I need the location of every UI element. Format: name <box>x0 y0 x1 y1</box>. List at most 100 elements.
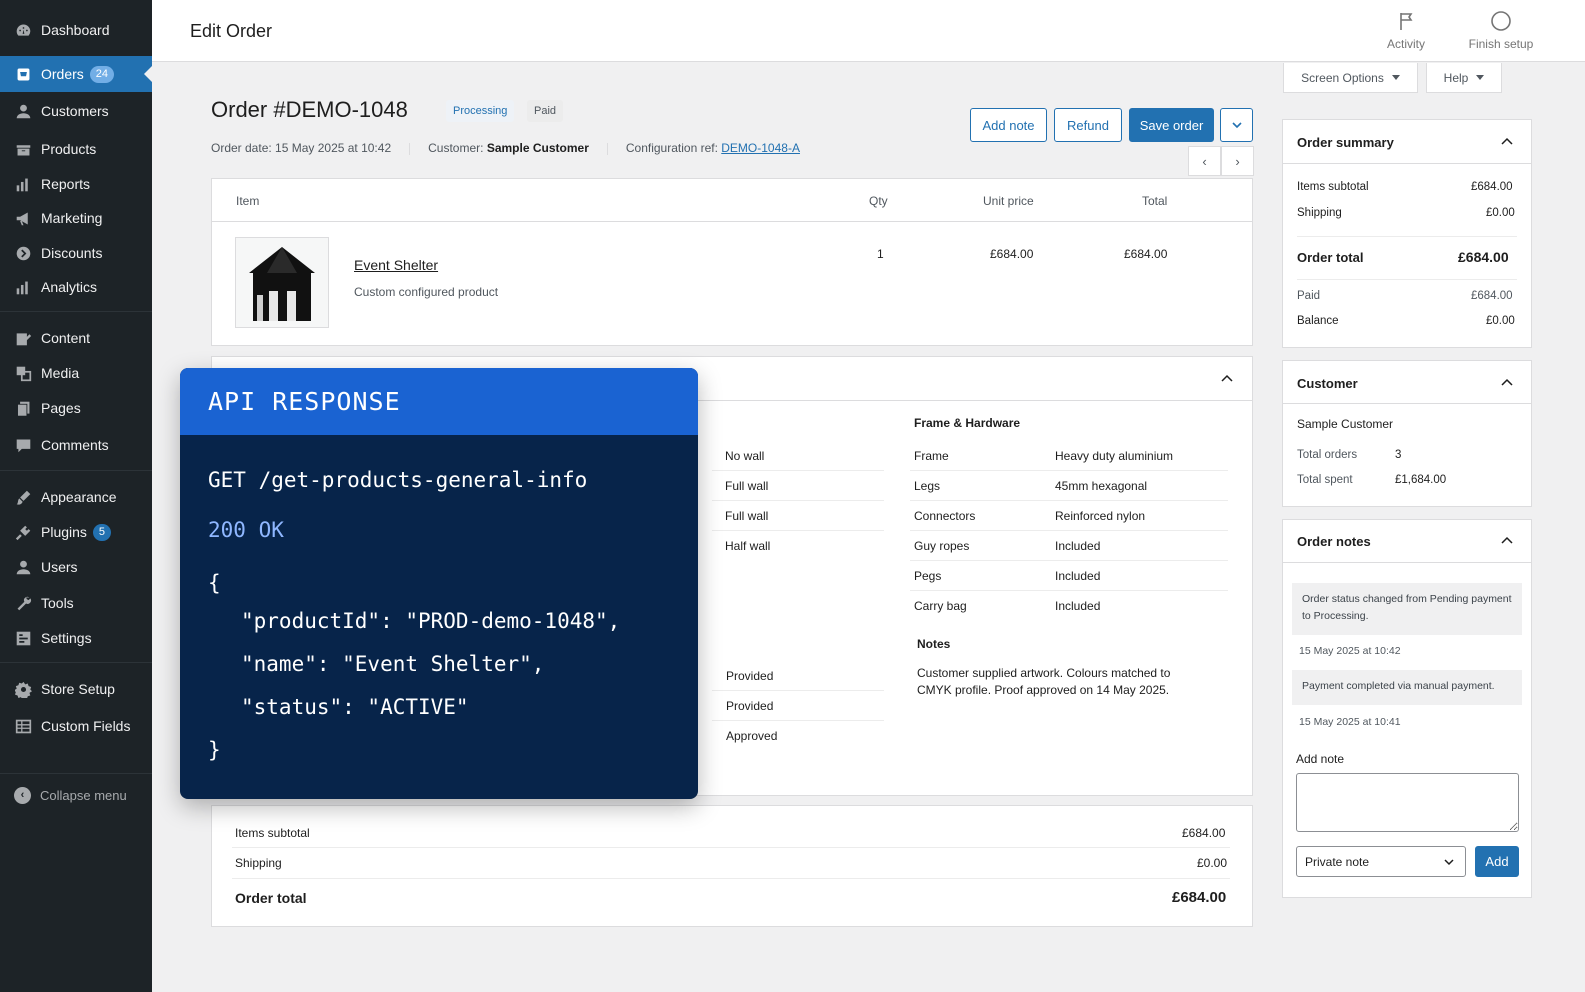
items-subtotal-label: Items subtotal <box>235 826 310 840</box>
sidebar-item-comments[interactable]: Comments <box>0 427 152 463</box>
artwork-value: Provided <box>726 669 774 683</box>
analytics-icon <box>14 278 32 296</box>
guy-ropes-value: Included <box>1055 539 1101 553</box>
settings-icon <box>14 629 32 647</box>
sidebar-item-label: Customers <box>41 103 109 119</box>
status-badge-paid: Paid <box>527 100 564 122</box>
collapse-summary-button[interactable] <box>1499 134 1515 150</box>
menu-separator <box>0 311 152 312</box>
add-note-button[interactable]: Add note <box>970 108 1047 142</box>
sidebar-item-label: Plugins <box>41 524 87 540</box>
orders-count-badge: 24 <box>89 65 115 83</box>
collapse-configuration-button[interactable] <box>1219 371 1235 387</box>
product-name-link[interactable]: Event Shelter <box>354 257 438 273</box>
customer-panel-title: Customer <box>1297 376 1358 391</box>
sidebar-item-products[interactable]: Products <box>0 131 152 167</box>
panel-divider <box>1283 562 1531 563</box>
box-icon <box>14 140 32 158</box>
activity-button[interactable]: Activity <box>1366 10 1446 51</box>
help-button[interactable]: Help <box>1426 63 1502 93</box>
sidebar-item-users[interactable]: Users <box>0 549 152 585</box>
refund-button[interactable]: Refund <box>1054 108 1122 142</box>
note-timestamp: 15 May 2025 at 10:41 <box>1299 716 1401 728</box>
person-icon <box>14 102 32 120</box>
collapse-customer-button[interactable] <box>1499 375 1515 391</box>
row-divider <box>712 500 884 501</box>
items-subtotal-value: £684.00 <box>1182 826 1226 840</box>
column-header-item: Item <box>236 194 260 208</box>
sidebar-item-dashboard[interactable]: Dashboard <box>0 12 152 48</box>
save-order-button[interactable]: Save order <box>1129 108 1214 142</box>
sidebar-item-orders[interactable]: Orders 24 <box>0 56 152 92</box>
screen-options-button[interactable]: Screen Options <box>1283 63 1418 93</box>
cart-icon <box>14 65 32 83</box>
sidebar-item-label: Analytics <box>41 279 98 295</box>
active-indicator <box>144 66 152 82</box>
summary-balance-label: Balance <box>1297 315 1339 327</box>
menu-separator <box>0 470 152 471</box>
sidebar-item-marketing[interactable]: Marketing <box>0 200 152 236</box>
sidebar-item-custom-fields[interactable]: Custom Fields <box>0 708 152 744</box>
sidebar-item-label: Discounts <box>41 245 103 261</box>
admin-sidebar: Dashboard Orders 24 Customers Products R… <box>0 0 152 992</box>
sidebar-item-content[interactable]: Content <box>0 320 152 356</box>
bar-chart-icon <box>14 175 32 193</box>
tag-icon <box>14 244 32 262</box>
customer-label: Customer: <box>428 141 484 155</box>
sidebar-item-media[interactable]: Media <box>0 355 152 391</box>
add-note-textarea[interactable] <box>1296 773 1519 832</box>
sidebar-item-settings[interactable]: Settings <box>0 620 152 656</box>
tent-image <box>249 246 315 321</box>
order-totals-panel <box>211 805 1253 927</box>
chevron-down-icon <box>1444 859 1454 866</box>
order-note: Order status changed from Pending paymen… <box>1292 583 1522 635</box>
config-ref-link[interactable]: DEMO-1048-A <box>721 141 800 155</box>
sidebar-item-discounts[interactable]: Discounts <box>0 235 152 271</box>
api-status-line: 200 OK <box>208 518 284 542</box>
sidebar-item-label: Reports <box>41 176 91 192</box>
sidebar-item-analytics[interactable]: Analytics <box>0 269 152 305</box>
save-options-dropdown[interactable] <box>1220 108 1253 142</box>
add-note-submit-button[interactable]: Add <box>1475 846 1519 877</box>
caret-down-icon <box>1391 75 1400 80</box>
summary-shipping-value: £0.00 <box>1486 207 1515 219</box>
previous-order-button[interactable]: ‹ <box>1188 146 1221 176</box>
chevron-up-icon <box>1501 378 1513 386</box>
finish-setup-button[interactable]: Finish setup <box>1461 10 1541 51</box>
shipping-label: Shipping <box>235 856 282 870</box>
summary-order-total-label: Order total <box>1297 250 1364 265</box>
plugins-count-badge: 5 <box>92 523 112 541</box>
summary-paid-label: Paid <box>1297 290 1321 302</box>
sidebar-item-reports[interactable]: Reports <box>0 166 152 202</box>
sidebar-item-pages[interactable]: Pages <box>0 390 152 426</box>
pegs-label: Pegs <box>914 569 942 583</box>
collapse-notes-button[interactable] <box>1499 533 1515 549</box>
artwork-value: Approved <box>726 729 778 743</box>
sidebar-item-appearance[interactable]: Appearance <box>0 479 152 515</box>
sidebar-item-label: Media <box>41 365 80 381</box>
row-divider <box>712 690 884 691</box>
total-orders-label: Total orders <box>1297 449 1358 461</box>
activity-label: Activity <box>1386 37 1425 51</box>
add-note-label: Add note <box>1296 752 1345 766</box>
sidebar-item-tools[interactable]: Tools <box>0 585 152 621</box>
row-divider <box>910 590 1228 591</box>
api-request-line: GET /get-products-general-info <box>208 468 588 492</box>
collapse-menu-button[interactable]: ‹ Collapse menu <box>0 782 152 808</box>
user-icon <box>14 558 32 576</box>
product-thumbnail[interactable] <box>235 237 329 328</box>
total-spent-label: Total spent <box>1297 474 1353 486</box>
next-order-button[interactable]: › <box>1221 146 1254 176</box>
customer-name-link[interactable]: Sample Customer <box>1297 417 1393 431</box>
note-type-select[interactable]: Private note <box>1296 846 1466 877</box>
summary-balance-value: £0.00 <box>1486 315 1515 327</box>
order-notes-panel <box>1282 519 1532 898</box>
sidebar-item-store-setup[interactable]: Store Setup <box>0 671 152 707</box>
sidebar-item-label: Appearance <box>41 489 117 505</box>
sidebar-item-customers[interactable]: Customers <box>0 93 152 129</box>
sidebar-item-plugins[interactable]: Plugins 5 <box>0 514 152 550</box>
item-unit-price: £684.00 <box>990 247 1034 261</box>
sidebar-item-label: Tools <box>41 595 74 611</box>
row-divider <box>232 878 1230 879</box>
menu-separator <box>0 662 152 663</box>
